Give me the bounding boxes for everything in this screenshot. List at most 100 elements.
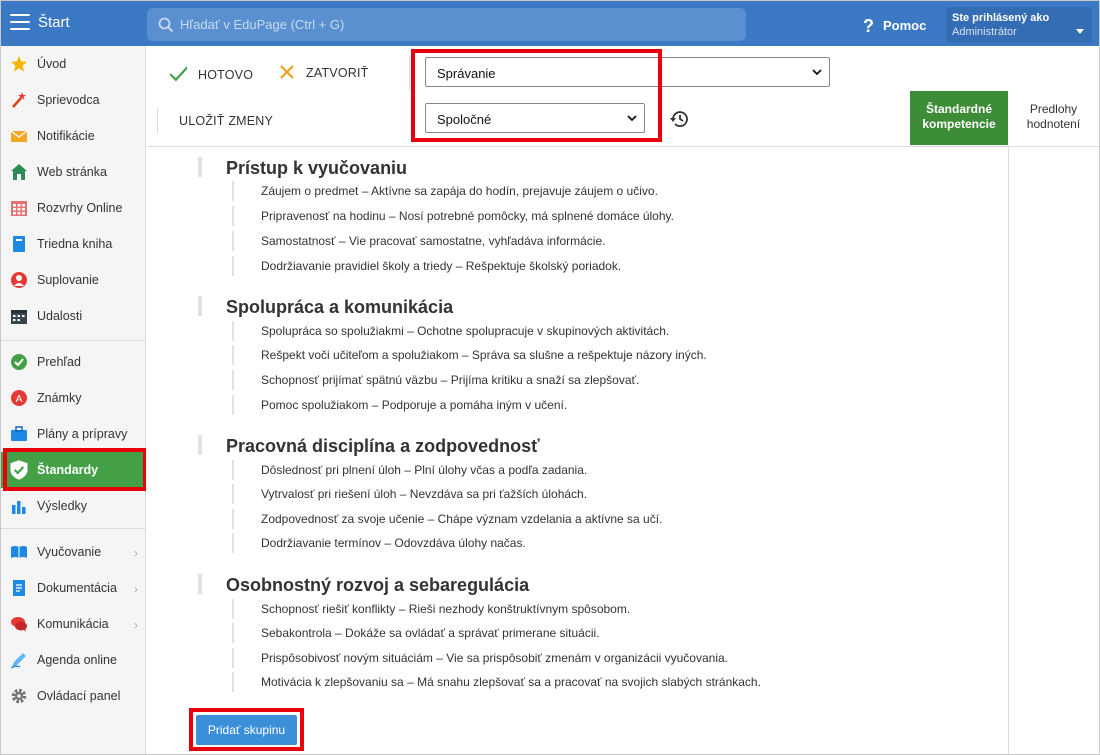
sidebar-item-vysledky[interactable]: Výsledky (1, 488, 145, 524)
user-role: Administrátor (952, 26, 1017, 38)
book-icon (13, 236, 25, 252)
sidebar-item-plany-a-pripravy[interactable]: Plány a prípravy (1, 416, 145, 452)
sidebar-item-label: Známky (37, 391, 82, 405)
list-item[interactable]: Zodpovednosť za svoje učenie – Chápe výz… (261, 512, 662, 526)
user-status-label: Ste prihlásený ako (952, 12, 1050, 24)
svg-text:A: A (16, 394, 23, 405)
chevron-right-icon: › (134, 582, 138, 596)
sidebar-item-label: Plány a prípravy (37, 427, 128, 441)
help-button[interactable]: ? Pomoc (863, 14, 927, 36)
list-item[interactable]: Pripravenosť na hodinu – Nosí potrebné p… (261, 209, 674, 223)
list-item[interactable]: Spolupráca so spolužiakmi – Ochotne spol… (261, 324, 669, 338)
sidebar-item-label: Rozvrhy Online (37, 201, 123, 215)
list-item[interactable]: Dodržiavanie termínov – Odovzdáva úlohy … (261, 536, 526, 550)
history-icon[interactable] (669, 108, 691, 130)
pen-icon (10, 653, 26, 669)
sidebar-item-uvod[interactable]: Úvod (1, 46, 145, 82)
group-title[interactable]: Pracovná disciplína a zodpovednosť (226, 436, 540, 457)
chevron-right-icon: › (134, 546, 138, 560)
sidebar-item-label: Suplovanie (37, 273, 99, 287)
toolbar-divider (157, 108, 158, 134)
chat-icon (11, 617, 27, 632)
document-icon (13, 580, 25, 596)
item-bar (232, 321, 234, 341)
list-item[interactable]: Sebakontrola – Dokáže sa ovládať a správ… (261, 626, 600, 640)
group-title[interactable]: Prístup k vyučovaniu (226, 158, 407, 179)
done-label: HOTOVO (198, 68, 254, 82)
item-bar (232, 370, 234, 390)
sidebar-item-label: Výsledky (37, 499, 88, 513)
sidebar-item-suplovanie[interactable]: Suplovanie (1, 262, 145, 298)
briefcase-icon (11, 426, 27, 441)
sidebar-item-notifikacie[interactable]: Notifikácie (1, 118, 145, 154)
sidebar-item-udalosti[interactable]: Udalosti (1, 298, 145, 334)
save-label: ULOŽIŤ ZMENY (179, 114, 274, 128)
sidebar-item-web-stranka[interactable]: Web stránka (1, 154, 145, 190)
highlight-standardy (3, 448, 147, 491)
item-bar (232, 672, 234, 692)
calendar-icon (11, 310, 27, 324)
sidebar-item-label: Udalosti (37, 309, 83, 323)
sidebar-item-label: Dokumentácia (37, 581, 117, 595)
caret-down-icon (1076, 29, 1084, 34)
sidebar-item-dokumentacia[interactable]: Dokumentácia › (1, 570, 145, 606)
done-button[interactable]: HOTOVO (167, 64, 253, 82)
group-title[interactable]: Osobnostný rozvoj a sebaregulácia (226, 575, 529, 596)
list-item[interactable]: Motivácia k zlepšovaniu sa – Má snahu zl… (261, 675, 761, 689)
checkmark-icon (169, 65, 187, 82)
app-title[interactable]: Štart (38, 14, 70, 31)
open-book-icon (11, 546, 27, 558)
item-bar (232, 256, 234, 276)
item-bar (232, 206, 234, 226)
sidebar-item-prehlad[interactable]: Prehľad (1, 344, 145, 380)
search-input[interactable]: Hľadať v EduPage (Ctrl + G) (147, 8, 746, 41)
item-bar (232, 599, 234, 619)
person-icon (11, 272, 27, 288)
item-bar (232, 395, 234, 415)
group-bar (198, 296, 202, 316)
list-item[interactable]: Rešpekt voči učiteľom a spolužiakom – Sp… (261, 348, 707, 362)
list-item[interactable]: Dodržiavanie pravidiel školy a triedy – … (261, 259, 621, 273)
highlight-selects (411, 49, 662, 142)
list-item[interactable]: Schopnosť prijímať spätnú väzbu – Prijím… (261, 373, 639, 387)
house-icon (11, 164, 27, 180)
sidebar-item-vyucovanie[interactable]: Vyučovanie › (1, 534, 145, 570)
save-button[interactable]: ULOŽIŤ ZMENY (179, 114, 273, 128)
check-circle-icon (11, 354, 27, 370)
tab-standard-competencies[interactable]: Štandardné kompetencie (910, 91, 1008, 145)
list-item[interactable]: Schopnosť riešiť konflikty – Rieši nezho… (261, 602, 630, 616)
sidebar-item-sprievodca[interactable]: Sprievodca (1, 82, 145, 118)
sidebar-item-ovladaci-panel[interactable]: Ovládací panel (1, 678, 145, 714)
hamburger-menu-icon[interactable] (10, 14, 30, 30)
item-bar (232, 533, 234, 553)
chevron-right-icon: › (134, 618, 138, 632)
list-item[interactable]: Vytrvalosť pri riešení úloh – Nevzdáva s… (261, 487, 587, 501)
sidebar-item-triedna-kniha[interactable]: Triedna kniha (1, 226, 145, 262)
sidebar-item-rozvrhy-online[interactable]: Rozvrhy Online (1, 190, 145, 226)
toolbar-divider (409, 56, 410, 90)
sidebar-item-znamky[interactable]: A Známky (1, 380, 145, 416)
close-button[interactable]: ZATVORIŤ (279, 64, 368, 80)
group-title[interactable]: Spolupráca a komunikácia (226, 297, 453, 318)
list-item[interactable]: Prispôsobivosť novým situáciám – Vie sa … (261, 651, 728, 665)
item-bar (232, 509, 234, 529)
sidebar-item-agenda-online[interactable]: Agenda online (1, 642, 145, 678)
bar-chart-icon (12, 501, 26, 514)
item-bar (232, 231, 234, 251)
list-item[interactable]: Záujem o predmet – Aktívne sa zapája do … (261, 184, 658, 198)
close-icon (280, 65, 294, 79)
envelope-icon (10, 130, 28, 142)
user-menu[interactable]: Ste prihlásený ako Administrátor (946, 7, 1092, 43)
item-bar (232, 181, 234, 201)
sidebar-divider (1, 528, 145, 529)
sidebar-item-komunikacia[interactable]: Komunikácia › (1, 606, 145, 642)
top-bar: Štart Hľadať v EduPage (Ctrl + G) ? Pomoc… (1, 1, 1099, 46)
list-item[interactable]: Pomoc spolužiakom – Podporuje a pomáha i… (261, 398, 567, 412)
tab-evaluation-templates[interactable]: Predlohy hodnotení (1008, 91, 1099, 145)
sidebar-item-label: Prehľad (37, 355, 81, 369)
list-item[interactable]: Samostatnosť – Vie pracovať samostatne, … (261, 234, 605, 248)
help-label: Pomoc (883, 18, 927, 33)
star-icon (11, 56, 27, 72)
question-mark-icon: ? (863, 16, 874, 36)
list-item[interactable]: Dôslednosť pri plnení úloh – Plní úlohy … (261, 463, 587, 477)
